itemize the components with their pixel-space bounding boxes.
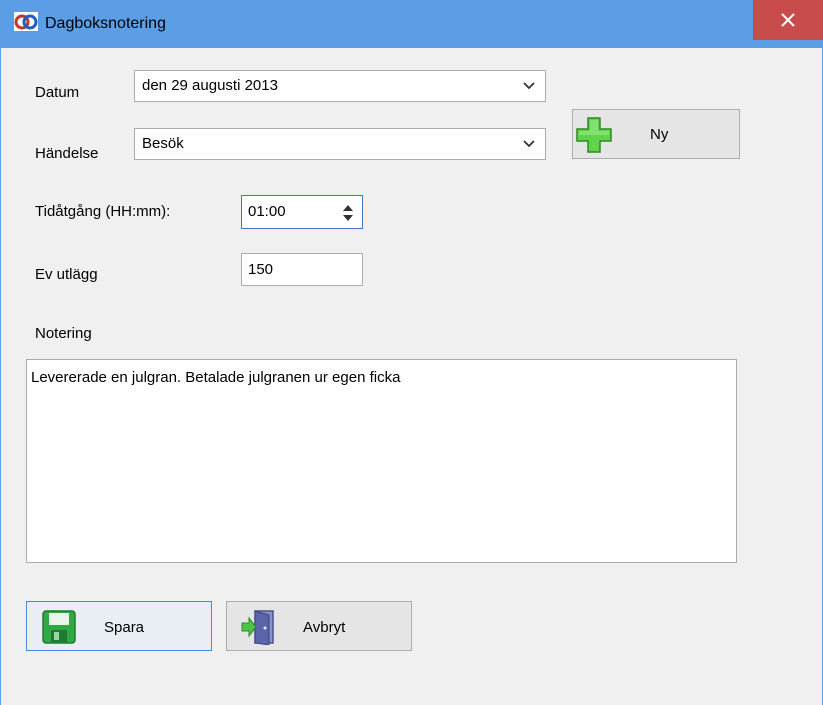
dialog-window: Dagboksnotering Datum den 29 augusti 201… <box>0 0 823 705</box>
time-value: 01:00 <box>248 203 286 220</box>
note-textarea[interactable]: Levererade en julgran. Betalade julgrane… <box>26 359 737 563</box>
note-label: Notering <box>35 325 92 342</box>
close-button[interactable] <box>753 0 823 40</box>
spin-up-down-icon[interactable] <box>342 203 354 223</box>
date-label: Datum <box>35 84 80 101</box>
chevron-down-icon <box>523 140 535 148</box>
close-icon <box>781 13 795 27</box>
exit-door-icon <box>241 610 274 645</box>
note-value: Levererade en julgran. Betalade julgrane… <box>31 369 401 386</box>
event-value: Besök <box>142 135 184 152</box>
window-title: Dagboksnotering <box>45 15 166 32</box>
title-bar[interactable]: Dagboksnotering <box>1 0 823 48</box>
cancel-button-label: Avbryt <box>303 619 346 636</box>
save-button-label: Spara <box>104 619 145 636</box>
time-label: Tidåtgång (HH:mm): <box>35 203 171 220</box>
event-combobox[interactable]: Besök <box>134 128 546 160</box>
new-event-button[interactable]: Ny <box>572 109 740 159</box>
new-button-label: Ny <box>650 126 669 143</box>
time-spinbox[interactable]: 01:00 <box>241 195 363 229</box>
date-combobox[interactable]: den 29 augusti 2013 <box>134 70 546 102</box>
chevron-down-icon <box>523 82 535 90</box>
expense-value: 150 <box>248 261 274 278</box>
save-button[interactable]: Spara <box>26 601 212 651</box>
event-label: Händelse <box>35 145 99 162</box>
expense-input[interactable]: 150 <box>241 253 363 286</box>
cancel-button[interactable]: Avbryt <box>226 601 412 651</box>
floppy-disk-icon <box>42 610 76 644</box>
app-logo-icon <box>14 12 38 31</box>
expense-label: Ev utlägg <box>35 266 98 283</box>
date-value: den 29 augusti 2013 <box>142 77 278 94</box>
green-plus-icon <box>576 117 612 153</box>
